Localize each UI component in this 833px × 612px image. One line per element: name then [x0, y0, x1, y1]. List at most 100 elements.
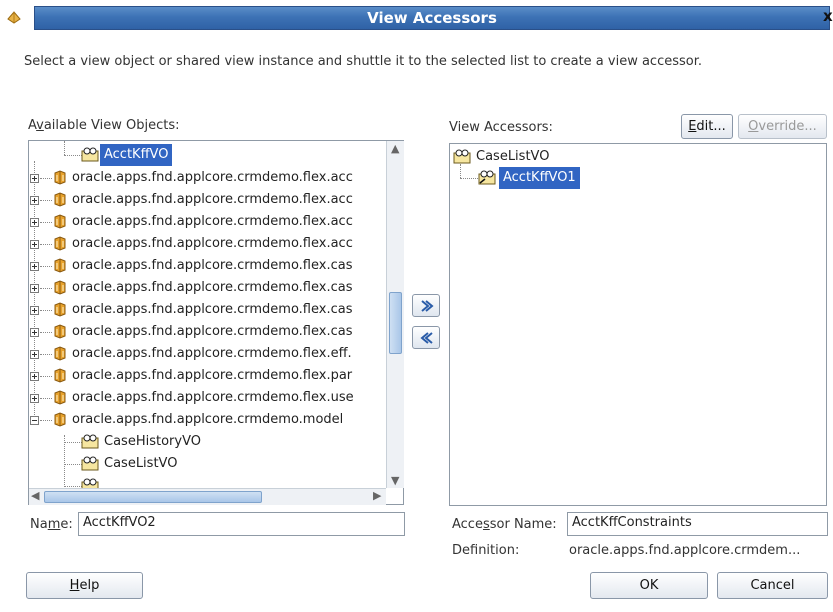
remove-from-selected-button[interactable]	[412, 326, 440, 349]
package-icon	[53, 302, 67, 317]
available-view-objects-tree[interactable]: AcctKffVO oracle.apps.fnd.applcore.crmde…	[28, 140, 404, 505]
label-mnemonic: v	[36, 118, 44, 133]
tree-connector	[40, 376, 52, 378]
button-label-part: verride...	[758, 119, 817, 134]
tree-connector	[40, 178, 52, 180]
tree-item-label: oracle.apps.fnd.applcore.crmdemo.flex.ac…	[72, 236, 353, 251]
label-part: sor Name:	[489, 517, 557, 532]
tree-item-package[interactable]: oracle.apps.fnd.applcore.crmdemo.flex.ac…	[29, 167, 403, 189]
expand-icon[interactable]	[30, 262, 39, 271]
package-icon	[53, 258, 67, 273]
button-label-part: elp	[79, 578, 100, 593]
scroll-up-icon[interactable]: ▲	[391, 142, 399, 155]
label-mnemonic: s	[482, 517, 490, 532]
label-part: A	[28, 118, 37, 133]
view-object-icon	[81, 434, 99, 449]
tree-connector	[40, 398, 52, 400]
tree-item-label: oracle.apps.fnd.applcore.crmdemo.flex.pa…	[72, 368, 353, 383]
tree-item-acctkffvo[interactable]: AcctKffVO	[29, 144, 403, 166]
tree-connector	[64, 155, 82, 157]
tree-item-package[interactable]: oracle.apps.fnd.applcore.crmdemo.flex.us…	[29, 387, 403, 409]
tree-connector	[64, 464, 82, 466]
tree-item-label: oracle.apps.fnd.applcore.crmdemo.flex.ca…	[72, 324, 353, 339]
tree-item-casehistoryvo[interactable]: CaseHistoryVO	[29, 431, 403, 453]
package-icon	[53, 236, 67, 251]
button-mnemonic: H	[69, 578, 80, 593]
expand-icon[interactable]	[30, 240, 39, 249]
tree-item-label: AcctKffVO1	[499, 167, 580, 189]
label-part: e:	[60, 517, 73, 532]
tree-item-label: oracle.apps.fnd.applcore.crmdemo.flex.ac…	[72, 192, 353, 207]
close-button[interactable]: x	[823, 7, 833, 27]
expand-icon[interactable]	[30, 306, 39, 315]
instruction-text: Select a view object or shared view inst…	[24, 54, 703, 69]
tree-item-label: AcctKffVO	[100, 144, 173, 166]
package-icon	[53, 412, 67, 427]
tree-item-caselistvo[interactable]: CaseListVO	[29, 453, 403, 475]
tree-connector	[40, 244, 52, 246]
help-button[interactable]: Help	[26, 572, 143, 599]
expand-icon[interactable]	[30, 196, 39, 205]
tree-item-package[interactable]: oracle.apps.fnd.applcore.crmdemo.flex.ca…	[29, 321, 403, 343]
button-mnemonic: O	[748, 119, 759, 134]
name-label: Name:	[30, 517, 73, 532]
scroll-down-icon[interactable]: ▼	[391, 474, 399, 487]
tree-item-package[interactable]: oracle.apps.fnd.applcore.crmdemo.flex.ac…	[29, 189, 403, 211]
expand-icon[interactable]	[30, 328, 39, 337]
name-input[interactable]: AcctKffVO2	[78, 512, 405, 536]
expand-icon[interactable]	[30, 284, 39, 293]
tree-item-package[interactable]: oracle.apps.fnd.applcore.crmdemo.flex.ac…	[29, 233, 403, 255]
tree-item-package[interactable]: oracle.apps.fnd.applcore.crmdemo.flex.ca…	[29, 277, 403, 299]
view-object-icon	[81, 147, 99, 162]
tree-item-package[interactable]: oracle.apps.fnd.applcore.crmdemo.flex.ac…	[29, 211, 403, 233]
tree-item-label: oracle.apps.fnd.applcore.crmdemo.model	[72, 412, 344, 427]
package-icon	[53, 214, 67, 229]
tree-item-label: oracle.apps.fnd.applcore.crmdemo.flex.ef…	[72, 346, 352, 361]
tree-connector	[40, 266, 52, 268]
expand-icon[interactable]	[30, 372, 39, 381]
collapse-icon[interactable]	[30, 416, 39, 425]
expand-icon[interactable]	[30, 174, 39, 183]
scroll-right-icon[interactable]: ▶	[373, 489, 381, 502]
accessor-name-input[interactable]: AcctKffConstraints	[567, 512, 828, 536]
tree-item-package[interactable]: oracle.apps.fnd.applcore.crmdemo.flex.ca…	[29, 299, 403, 321]
tree-item-label: oracle.apps.fnd.applcore.crmdemo.flex.ac…	[72, 214, 353, 229]
tree-connector	[460, 178, 478, 180]
app-icon	[6, 9, 22, 25]
tree-item-label: oracle.apps.fnd.applcore.crmdemo.flex.us…	[72, 390, 354, 405]
view-accessors-tree[interactable]: CaseListVO AcctKffVO1	[449, 143, 827, 506]
tree-item-package[interactable]: oracle.apps.fnd.applcore.crmdemo.flex.ef…	[29, 343, 403, 365]
scroll-left-icon[interactable]: ◀	[31, 489, 39, 502]
label-part: ailable View Objects:	[43, 118, 180, 133]
expand-icon[interactable]	[30, 394, 39, 403]
vertical-scroll-thumb[interactable]	[389, 292, 402, 354]
cancel-button[interactable]: Cancel	[717, 572, 828, 599]
tree-connector	[40, 200, 52, 202]
horizontal-scroll-thumb[interactable]	[44, 491, 262, 503]
package-icon	[53, 192, 67, 207]
tree-item-label: oracle.apps.fnd.applcore.crmdemo.flex.ca…	[72, 280, 353, 295]
tree-item-package-expanded[interactable]: oracle.apps.fnd.applcore.crmdemo.model	[29, 409, 403, 431]
label-mnemonic: m	[47, 517, 61, 532]
tree-item-caselistvo-root[interactable]: CaseListVO	[450, 146, 826, 168]
window-title: View Accessors	[367, 9, 497, 27]
tree-item-package[interactable]: oracle.apps.fnd.applcore.crmdemo.flex.pa…	[29, 365, 403, 387]
expand-icon[interactable]	[30, 218, 39, 227]
package-icon	[53, 390, 67, 405]
package-icon	[53, 280, 67, 295]
expand-icon[interactable]	[30, 350, 39, 359]
edit-button[interactable]: Edit...	[681, 114, 733, 139]
tree-connector	[40, 332, 52, 334]
override-button[interactable]: Override...	[738, 114, 827, 139]
tree-item-label: CaseListVO	[476, 149, 550, 164]
view-accessors-label: View Accessors:	[449, 120, 553, 135]
tree-item-package[interactable]: oracle.apps.fnd.applcore.crmdemo.flex.ca…	[29, 255, 403, 277]
package-icon	[53, 324, 67, 339]
add-to-selected-button[interactable]	[412, 294, 440, 317]
tree-item-label: oracle.apps.fnd.applcore.crmdemo.flex.ca…	[72, 258, 353, 273]
tree-item-label: CaseHistoryVO	[104, 434, 201, 449]
definition-label: Definition:	[452, 543, 520, 558]
ok-button[interactable]: OK	[590, 572, 708, 599]
tree-item-label: oracle.apps.fnd.applcore.crmdemo.flex.ca…	[72, 302, 353, 317]
tree-item-acctkffvo1[interactable]: AcctKffVO1	[450, 167, 826, 189]
